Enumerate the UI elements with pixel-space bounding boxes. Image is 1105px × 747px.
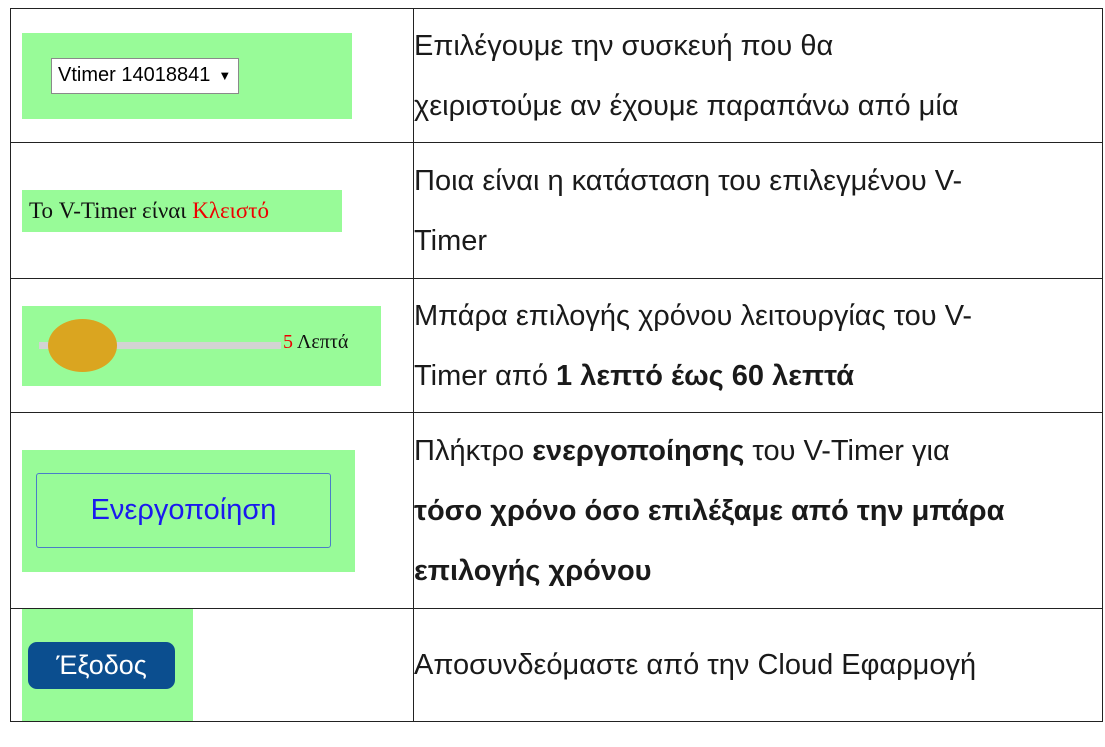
description-cell: Μπάρα επιλογής χρόνου λειτουργίας του V-… <box>413 278 1103 413</box>
widget-cell: Ενεργοποίηση <box>10 412 414 609</box>
description-bold-text: 1 λεπτό έως 60 λεπτά <box>556 359 855 392</box>
description-cell: Ποια είναι η κατάσταση του επιλεγμένου V… <box>413 142 1103 279</box>
status-text: Το V-Timer είναι Κλειστό <box>29 198 269 224</box>
description-text: Timer από <box>414 359 557 392</box>
table-row-device-select: Vtimer 14018841 ▼ Επιλέγουμε την συσκευή… <box>10 8 1103 143</box>
dropdown-caret-icon: ▼ <box>218 68 232 83</box>
description-line: Αποσυνδεόμαστε από την Cloud Εφαρμογή <box>414 649 977 681</box>
widget-cell: Το V-Timer είναι Κλειστό <box>10 142 414 279</box>
description-cell: Επιλέγουμε την συσκευή που θα χειριστούμ… <box>413 8 1103 143</box>
description-line: χειριστούμε αν έχουμε παραπάνω από μία <box>414 89 959 122</box>
status-prefix: Το V-Timer είναι <box>29 197 193 223</box>
device-select[interactable]: Vtimer 14018841 ▼ <box>51 57 240 94</box>
description-bold-text: επιλογής χρόνου <box>414 554 652 587</box>
description-text: Πλήκτρο <box>414 434 533 467</box>
table-row-exit: Έξοδος Αποσυνδεόμαστε από την Cloud Εφαρ… <box>10 608 1103 722</box>
description-line: Ποια είναι η κατάσταση του επιλεγμένου V… <box>414 164 963 197</box>
widget-background: Vtimer 14018841 ▼ <box>22 32 352 119</box>
description-text: του V-Timer για <box>744 434 950 467</box>
description-cell: Πλήκτρο ενεργοποίησης του V-Timer για τό… <box>413 412 1103 609</box>
feature-table: Vtimer 14018841 ▼ Επιλέγουμε την συσκευή… <box>10 8 1103 722</box>
slider-label: 5 Λεπτά <box>283 331 348 354</box>
table-row-activate: Ενεργοποίηση Πλήκτρο ενεργοποίησης του V… <box>10 412 1103 609</box>
description-line: επιλογής χρόνου <box>414 541 1102 601</box>
widget-background: Το V-Timer είναι Κλειστό <box>22 189 342 232</box>
description-line: Μπάρα επιλογής χρόνου λειτουργίας του V- <box>414 299 973 332</box>
status-value: Κλειστό <box>192 197 269 223</box>
table-row-status: Το V-Timer είναι Κλειστό Ποια είναι η κα… <box>10 142 1103 279</box>
widget-cell: 5 Λεπτά <box>10 278 414 413</box>
description-bold-text: τόσο χρόνο όσο επιλέξαμε από την μπάρα <box>414 494 1005 527</box>
activate-button[interactable]: Ενεργοποίηση <box>36 473 331 548</box>
description-line: Πλήκτρο ενεργοποίησης του V-Timer για <box>414 421 1102 481</box>
description-bold-text: ενεργοποίησης <box>532 434 745 467</box>
slider-unit: Λεπτά <box>293 330 349 353</box>
widget-cell: Έξοδος <box>10 608 414 722</box>
slider-thumb[interactable] <box>48 318 117 372</box>
description-line: τόσο χρόνο όσο επιλέξαμε από την μπάρα <box>414 481 1102 541</box>
widget-cell: Vtimer 14018841 ▼ <box>10 8 414 143</box>
description-line: Επιλέγουμε την συσκευή που θα <box>414 29 834 62</box>
description-line: Timer από 1 λεπτό έως 60 λεπτά <box>414 346 1102 406</box>
device-select-value: Vtimer 14018841 <box>58 64 211 86</box>
widget-background: 5 Λεπτά <box>22 305 381 386</box>
exit-button[interactable]: Έξοδος <box>28 641 175 689</box>
widget-background: Έξοδος <box>22 609 193 721</box>
table-row-slider: 5 Λεπτά Μπάρα επιλογής χρόνου λειτουργία… <box>10 278 1103 413</box>
widget-background: Ενεργοποίηση <box>22 449 355 572</box>
slider-minutes: 5 <box>283 330 293 353</box>
description-cell: Αποσυνδεόμαστε από την Cloud Εφαρμογή <box>413 608 1103 722</box>
description-line: Timer <box>414 224 488 257</box>
